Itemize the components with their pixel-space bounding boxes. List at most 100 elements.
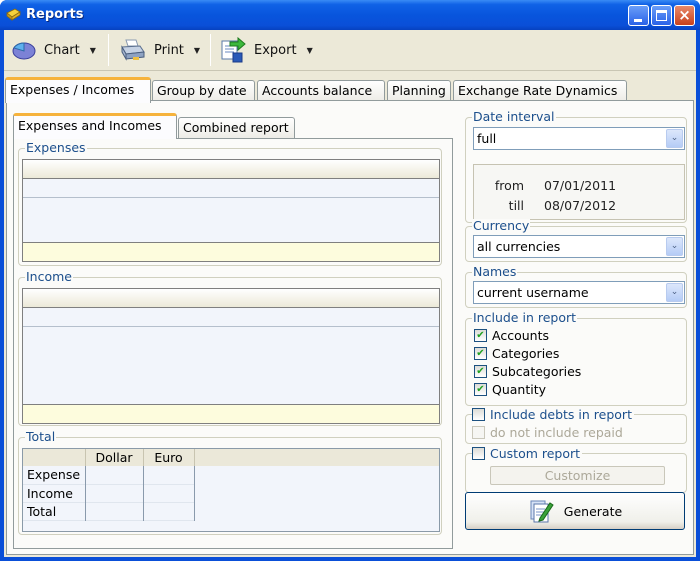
total-euro-cell[interactable] [143, 502, 195, 520]
toolbar-separator [108, 34, 109, 66]
chevron-down-icon[interactable]: ⌄ [666, 129, 683, 148]
expenses-grid[interactable] [22, 159, 440, 262]
income-group: Income [18, 270, 442, 426]
minimize-icon [634, 19, 642, 22]
from-label: from [494, 178, 524, 193]
income-dollar-cell[interactable] [85, 484, 144, 502]
accounts-checkbox[interactable]: ✔ Accounts [474, 327, 549, 343]
categories-label: Categories [492, 345, 560, 361]
print-button[interactable]: Print ▼ [120, 35, 200, 65]
currency-group: Currency all currencies ⌄ [465, 219, 687, 262]
from-date[interactable]: 07/01/2011 [544, 178, 616, 193]
tab-group-by-date[interactable]: Group by date [152, 80, 255, 102]
chevron-down-icon[interactable]: ⌄ [666, 283, 683, 302]
subcategories-checkbox[interactable]: ✔ Subcategories [474, 363, 581, 379]
tab-exchange-rate-dynamics[interactable]: Exchange Rate Dynamics [453, 80, 627, 102]
date-interval-select[interactable]: full ⌄ [473, 127, 685, 150]
date-interval-group: Date interval full ⌄ from 07/01/2011 til… [465, 110, 687, 223]
expenses-and-incomes-panel: Expenses Income Total Dollar Euro Expens… [13, 138, 453, 549]
do-not-include-repaid-checkbox[interactable]: do not include repaid [472, 424, 623, 440]
chart-button[interactable]: Chart ▼ [12, 35, 96, 65]
names-group: Names current username ⌄ [465, 265, 687, 308]
column-header-euro[interactable]: Euro [143, 449, 195, 466]
currency-select[interactable]: all currencies ⌄ [473, 235, 685, 258]
totals-grid[interactable]: Dollar Euro Expense Income Total [22, 448, 440, 532]
toolbar-separator [210, 34, 211, 66]
income-grid[interactable] [22, 288, 440, 424]
include-group: Include in report ✔ Accounts ✔ Categorie… [465, 311, 687, 406]
chart-label: Chart [44, 42, 80, 58]
chevron-down-icon[interactable]: ▼ [90, 46, 96, 55]
table-row[interactable]: Total [23, 502, 195, 520]
checkbox-box [472, 425, 485, 439]
date-interval-title: Date interval [472, 109, 556, 124]
close-icon: × [678, 6, 691, 24]
currency-value: all currencies [477, 239, 561, 254]
tab-combined-report[interactable]: Combined report [178, 117, 295, 139]
client-area: Chart ▼ Print ▼ Export ▼ Expenses / Inco… [4, 30, 696, 557]
total-dollar-cell[interactable] [85, 502, 144, 520]
income-title: Income [25, 269, 73, 284]
tab-expenses-incomes[interactable]: Expenses / Incomes [5, 77, 151, 103]
totals-corner [23, 449, 86, 466]
custom-report-checkbox[interactable]: Custom report [472, 445, 583, 461]
pie-chart-icon [12, 42, 36, 60]
chevron-down-icon[interactable]: ▼ [194, 46, 200, 55]
title-bar[interactable]: Reports × [0, 0, 700, 30]
expense-dollar-cell[interactable] [85, 466, 144, 484]
expenses-title: Expenses [25, 140, 87, 155]
maximize-icon [656, 10, 667, 21]
check-icon: ✔ [474, 328, 487, 342]
report-panel: Expenses and Incomes Combined report Exp… [13, 113, 453, 549]
include-debts-label: Include debts in report [490, 406, 632, 422]
export-button[interactable]: Export ▼ [220, 35, 313, 65]
app-icon [6, 8, 21, 21]
categories-checkbox[interactable]: ✔ Categories [474, 345, 559, 361]
tab-accounts-balance[interactable]: Accounts balance [257, 80, 385, 102]
generate-button[interactable]: Generate [465, 492, 685, 530]
subcategories-label: Subcategories [492, 363, 582, 379]
custom-report-group: Custom report Customize [465, 445, 687, 493]
tab-planning[interactable]: Planning [387, 80, 451, 102]
row-label-income: Income [23, 484, 86, 502]
chevron-down-icon[interactable]: ⌄ [666, 237, 683, 256]
till-date[interactable]: 08/07/2012 [544, 198, 616, 213]
table-row[interactable] [23, 179, 439, 198]
window-title: Reports [26, 7, 84, 22]
check-icon: ✔ [474, 382, 487, 396]
quantity-label: Quantity [492, 381, 547, 397]
customize-button[interactable]: Customize [490, 466, 665, 485]
close-button[interactable]: × [674, 5, 695, 26]
debts-group: Include debts in report do not include r… [465, 406, 687, 444]
expenses-grid-footer [23, 242, 439, 261]
tab-expenses-and-incomes[interactable]: Expenses and Incomes [13, 113, 177, 139]
date-range-box: from 07/01/2011 till 08/07/2012 [473, 164, 685, 220]
date-interval-value: full [477, 131, 497, 146]
generate-report-icon [530, 500, 554, 523]
minimize-button[interactable] [628, 5, 649, 26]
custom-report-label: Custom report [490, 445, 581, 461]
names-value: current username [477, 285, 589, 300]
table-row[interactable] [23, 308, 439, 327]
table-row[interactable]: Expense [23, 466, 195, 484]
names-title: Names [472, 264, 518, 279]
options-panel: Date interval full ⌄ from 07/01/2011 til… [463, 101, 689, 551]
expenses-incomes-panel: Expenses and Incomes Combined report Exp… [6, 100, 694, 555]
income-euro-cell[interactable] [143, 484, 195, 502]
export-icon [221, 37, 246, 63]
column-header-dollar[interactable]: Dollar [85, 449, 144, 466]
check-icon: ✔ [474, 364, 487, 378]
table-row[interactable]: Income [23, 484, 195, 502]
names-select[interactable]: current username ⌄ [473, 281, 685, 304]
chevron-down-icon[interactable]: ▼ [307, 46, 313, 55]
generate-label: Generate [563, 503, 623, 519]
include-debts-checkbox[interactable]: Include debts in report [472, 406, 634, 422]
currency-title: Currency [472, 218, 531, 233]
quantity-checkbox[interactable]: ✔ Quantity [474, 381, 546, 397]
checkbox-box [472, 446, 485, 460]
maximize-button[interactable] [651, 5, 672, 26]
export-label: Export [254, 42, 297, 58]
check-icon: ✔ [474, 346, 487, 360]
expense-euro-cell[interactable] [143, 466, 195, 484]
expenses-grid-header [23, 160, 439, 179]
